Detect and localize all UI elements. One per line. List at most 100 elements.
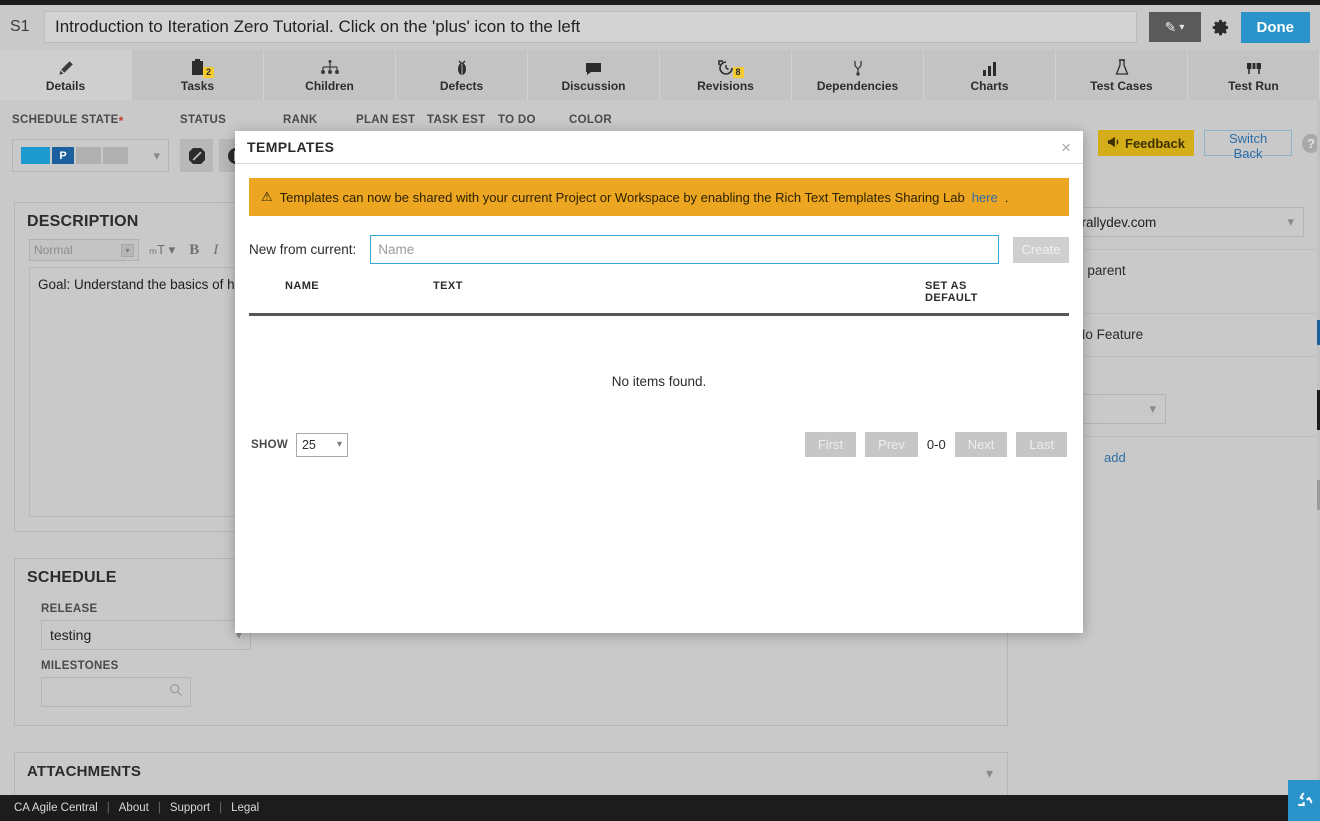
feedback-button[interactable]: Feedback xyxy=(1098,130,1194,156)
switch-back-button[interactable]: Switch Back xyxy=(1203,130,1293,161)
chevron-down-icon: ▾ xyxy=(121,243,134,257)
schedule-state-segment-current[interactable]: P xyxy=(52,147,74,164)
app-root: S1 ✎ ▾ Done Details 2Tasks Children Defects… xyxy=(0,0,1320,821)
chevron-down-icon: ▾ xyxy=(336,439,342,450)
column-label-rank: RANK xyxy=(283,114,318,126)
required-marker: * xyxy=(118,114,124,128)
tab-discussion[interactable]: Discussion xyxy=(528,50,660,100)
flask-icon xyxy=(1115,58,1129,76)
branch-icon xyxy=(851,58,865,76)
schedule-state-control[interactable]: P ▾ xyxy=(12,139,169,172)
warning-triangle-icon: ⚠ xyxy=(261,189,273,204)
prev-page-button[interactable]: Prev xyxy=(865,432,918,457)
column-label-plan-est: PLAN EST xyxy=(356,114,416,126)
tab-test-run[interactable]: Test Run xyxy=(1188,50,1320,100)
pencil-icon: ✎ xyxy=(1164,18,1177,35)
done-button[interactable]: Done xyxy=(1240,11,1310,43)
megaphone-icon xyxy=(1107,136,1120,151)
about-link[interactable]: About xyxy=(119,802,149,814)
tab-test-cases[interactable]: Test Cases xyxy=(1056,50,1188,100)
edit-dropdown-button[interactable]: ✎ ▾ xyxy=(1148,12,1201,42)
footer-separator: | xyxy=(157,802,161,814)
tab-charts[interactable]: Charts xyxy=(924,50,1056,100)
tab-label: Discussion xyxy=(561,78,626,93)
tab-label: Revisions xyxy=(697,78,754,93)
page-size-select[interactable]: 25 ▾ xyxy=(295,432,348,457)
close-icon[interactable]: × xyxy=(1061,139,1071,156)
first-page-button[interactable]: First xyxy=(804,432,857,457)
template-name-input[interactable] xyxy=(370,235,999,264)
bar-chart-icon xyxy=(982,58,997,76)
detail-header: S1 ✎ ▾ Done xyxy=(0,5,1320,49)
bold-button[interactable]: B xyxy=(185,242,203,259)
column-label-color: COLOR xyxy=(569,114,613,126)
brand-link[interactable]: CA Agile Central xyxy=(14,802,98,814)
schedule-state-segment-1[interactable] xyxy=(21,147,50,164)
dialog-header: TEMPLATES × xyxy=(235,131,1083,164)
feature-value: No Feature xyxy=(1075,327,1144,342)
tab-label: Defects xyxy=(439,78,484,93)
tab-defects[interactable]: Defects xyxy=(396,50,528,100)
comment-icon xyxy=(585,58,602,76)
header-buttons: ✎ ▾ Done xyxy=(1148,11,1310,43)
chevron-down-icon: ▾ xyxy=(1287,214,1294,229)
tab-badge: 8 xyxy=(732,66,744,78)
hierarchy-icon xyxy=(320,58,340,76)
column-label-task-est: TASK EST xyxy=(427,114,486,126)
support-link[interactable]: Support xyxy=(170,802,210,814)
alert-suffix: . xyxy=(1004,189,1009,205)
empty-state-message: No items found. xyxy=(611,374,707,389)
release-select[interactable]: testing ▾ xyxy=(41,620,251,650)
footer-separator: | xyxy=(106,802,110,814)
milestones-search-input[interactable] xyxy=(41,677,191,707)
text-style-select[interactable]: Normal ▾ xyxy=(29,239,139,261)
add-link[interactable]: add xyxy=(1104,450,1126,465)
tab-children[interactable]: Children xyxy=(264,50,396,100)
create-button[interactable]: Create xyxy=(1013,236,1069,263)
tab-label: Children xyxy=(305,78,354,93)
show-label: SHOW xyxy=(251,438,288,451)
attachments-panel-title: ATTACHMENTS xyxy=(27,763,142,780)
footer-separator: | xyxy=(219,802,223,814)
page-size-value: 25 xyxy=(301,437,316,452)
test-run-icon xyxy=(1246,58,1262,76)
font-size-icon[interactable]: ₘT ▾ xyxy=(145,242,179,258)
sharing-lab-alert: ⚠ Templates can now be shared with your … xyxy=(249,178,1069,216)
next-page-button[interactable]: Next xyxy=(954,432,1008,457)
chevron-down-icon[interactable]: ▾ xyxy=(986,765,993,782)
last-page-button[interactable]: Last xyxy=(1016,432,1067,457)
column-label-schedule-state: SCHEDULE STATE * xyxy=(12,114,124,128)
tab-tasks[interactable]: 2 Tasks xyxy=(132,50,264,100)
dialog-body: ⚠ Templates can now be shared with your … xyxy=(235,164,1083,457)
alert-text: Templates can now be shared with your cu… xyxy=(279,189,965,205)
dialog-title: TEMPLATES xyxy=(247,139,335,155)
tab-label: Dependencies xyxy=(816,78,899,93)
tab-label: Charts xyxy=(970,78,1009,93)
tab-details[interactable]: Details xyxy=(0,50,132,100)
history-icon: 8 xyxy=(717,58,744,78)
page-count: 0-0 xyxy=(926,437,946,452)
title-input[interactable] xyxy=(44,11,1137,43)
milestones-label: MILESTONES xyxy=(41,660,119,672)
schedule-state-segment-4[interactable] xyxy=(103,147,128,164)
chevron-down-icon: ▾ xyxy=(1179,21,1185,33)
legal-link[interactable]: Legal xyxy=(231,802,259,814)
templates-dialog: TEMPLATES × ⚠ Templates can now be share… xyxy=(235,131,1083,633)
italic-button[interactable]: I xyxy=(209,242,222,259)
tab-bar: Details 2 Tasks Children Defects Discussion 8 R… xyxy=(0,50,1320,100)
page-footer: CA Agile Central | About | Support | Leg… xyxy=(0,780,1320,821)
schedule-state-segment-3[interactable] xyxy=(76,147,101,164)
formatted-id: S1 xyxy=(10,18,30,35)
column-header-set-as-default: SET AS DEFAULT xyxy=(925,280,978,304)
tab-badge: 2 xyxy=(203,66,214,78)
tab-revisions[interactable]: 8 Revisions xyxy=(660,50,792,100)
blocked-icon[interactable] xyxy=(180,139,213,172)
tab-dependencies[interactable]: Dependencies xyxy=(792,50,924,100)
recycle-icon[interactable] xyxy=(1288,780,1320,821)
sharing-lab-link[interactable]: here xyxy=(972,190,998,205)
text-style-value: Normal xyxy=(34,243,73,257)
tab-label: Test Run xyxy=(1228,78,1279,93)
pencil-icon xyxy=(58,58,74,76)
gear-icon[interactable] xyxy=(1209,15,1233,39)
templates-table-footer: SHOW 25 ▾ First Prev 0-0 Next Last xyxy=(249,432,1069,457)
